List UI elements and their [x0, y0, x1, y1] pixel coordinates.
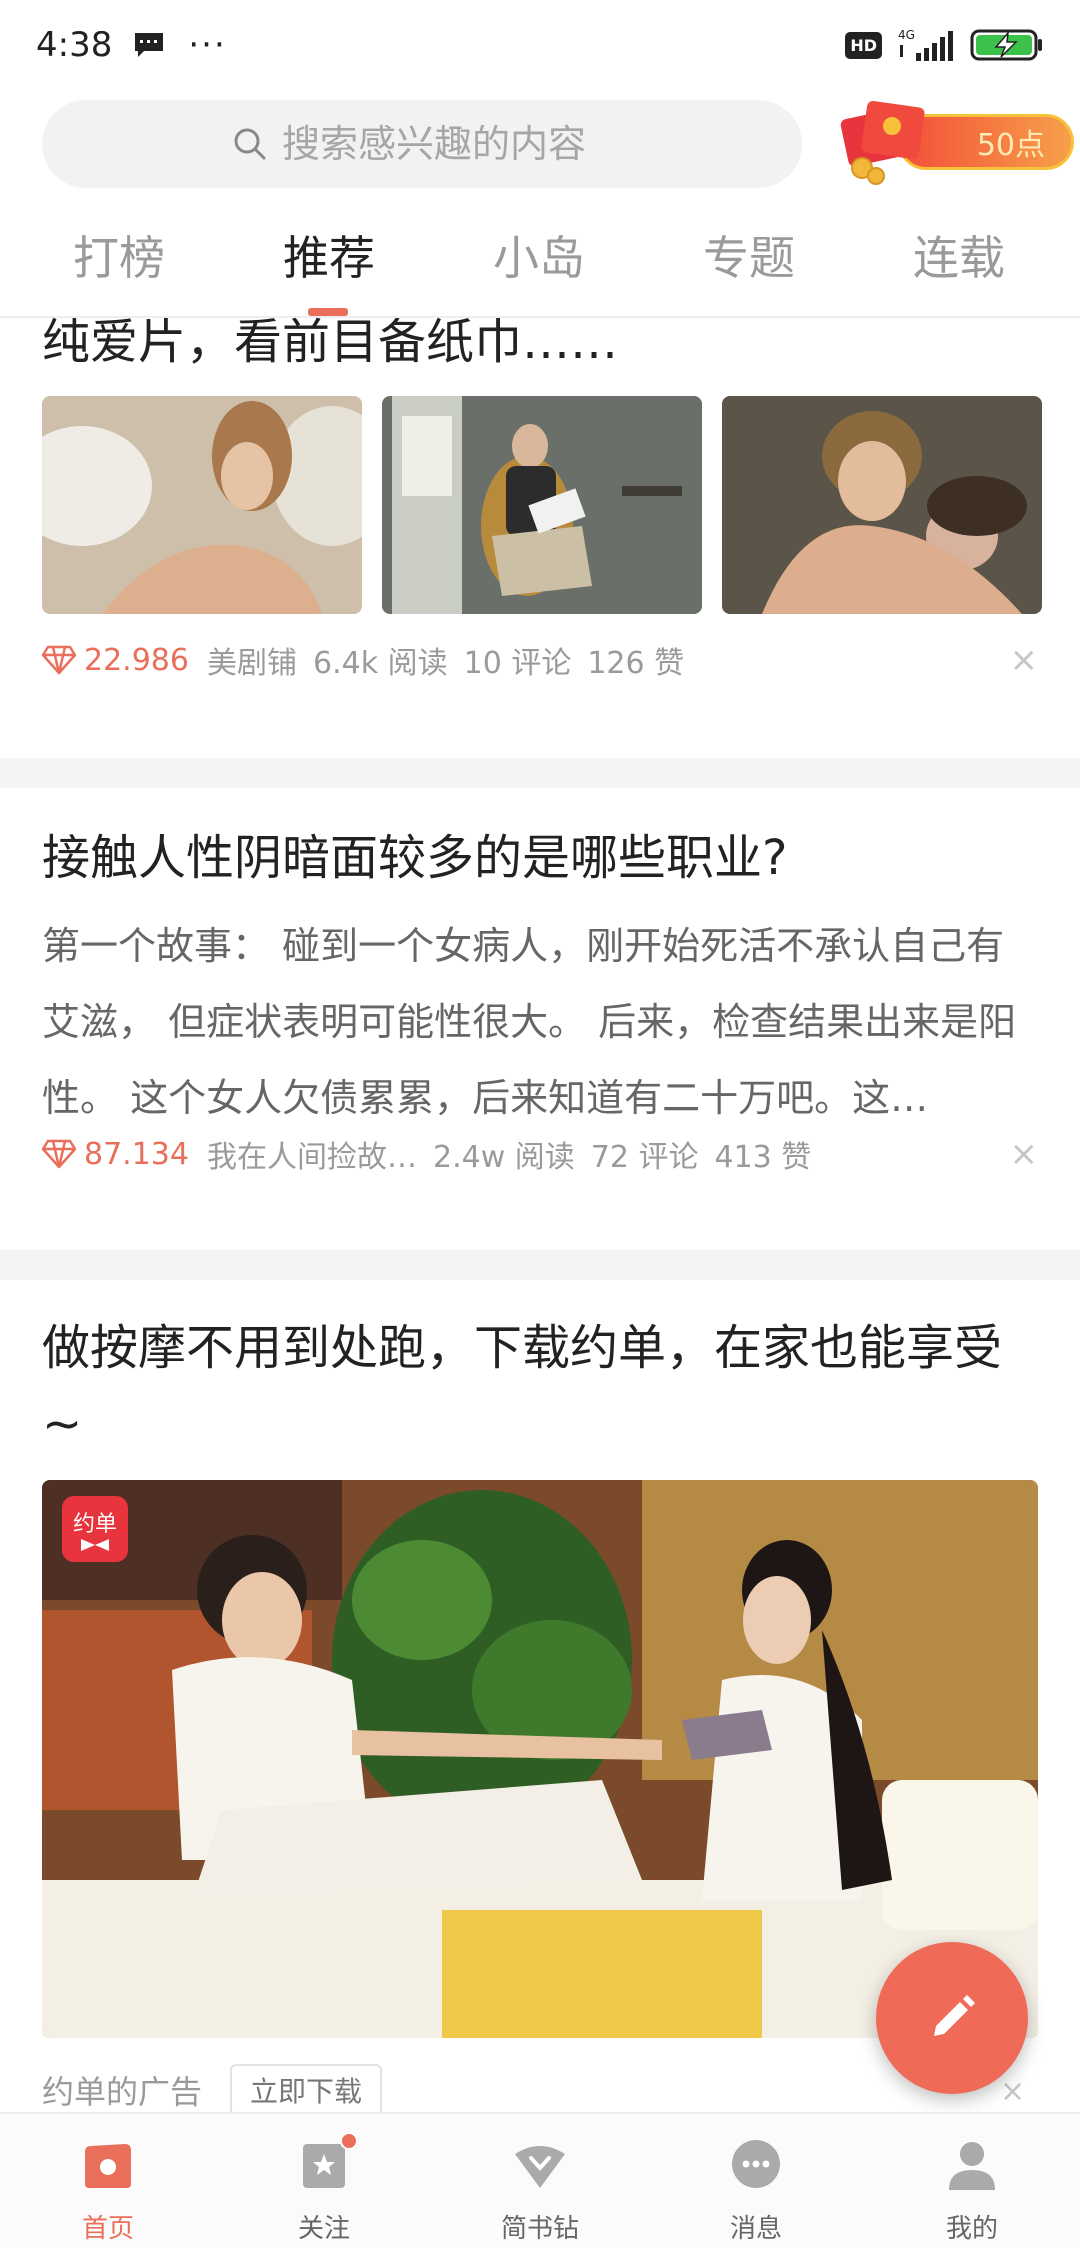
nav-home[interactable]: 首页: [0, 2114, 216, 2248]
bow-icon: [81, 1539, 109, 1551]
search-bar[interactable]: [42, 100, 802, 188]
article-thumbnail-image[interactable]: [382, 396, 702, 614]
reward-points-button[interactable]: 50点: [838, 96, 1074, 188]
search-icon: [234, 128, 266, 160]
author-name[interactable]: 美剧铺: [207, 638, 297, 682]
ad-title[interactable]: 做按摩不用到处跑，下载约单，在家也能享受~: [42, 1310, 1038, 1462]
card-separator: [0, 1250, 1080, 1280]
read-count: 6.4k 阅读: [312, 646, 448, 681]
ad-source-label: 约单的广告: [42, 2073, 203, 2111]
network-type-label: 4G: [898, 28, 915, 42]
diamond-icon: [515, 2146, 565, 2188]
battery-icon: [970, 29, 1042, 61]
author-name[interactable]: 我在人间捡故…: [207, 1132, 417, 1176]
diamond-score: 87.134: [84, 1136, 189, 1172]
article-thumbnail-image[interactable]: [42, 396, 362, 614]
article-thumbnails[interactable]: [42, 396, 1042, 614]
comment-count: 72 评论: [590, 1140, 699, 1175]
article-summary[interactable]: 第一个故事： 碰到一个女病人，刚开始死活不承认自己有艾滋， 但症状表明可能性很大…: [42, 908, 1038, 1136]
category-tabs: 打榜 推荐 小岛 专题 连载: [0, 208, 1080, 308]
active-tab-indicator: [308, 308, 348, 316]
nav-label: 首页: [81, 2214, 134, 2244]
dismiss-button[interactable]: ×: [1010, 640, 1039, 680]
write-article-button[interactable]: [876, 1942, 1028, 2094]
message-icon: [732, 2140, 780, 2188]
message-notification-icon: [135, 33, 164, 57]
dismiss-button[interactable]: ×: [1010, 1134, 1039, 1174]
search-row: 50点: [0, 96, 1080, 192]
card-separator: [0, 758, 1080, 788]
ad-dismiss-button[interactable]: ×: [1000, 2074, 1025, 2109]
nav-follow[interactable]: 关注: [216, 2114, 432, 2248]
diamond-icon: [42, 645, 76, 675]
article-title[interactable]: 纯爱片，看前目备纸巾……: [42, 318, 618, 372]
download-button[interactable]: 立即下载: [230, 2064, 383, 2112]
status-bar: 4:38 ··· HD 4G: [0, 0, 1080, 90]
hd-badge: HD: [845, 31, 882, 59]
reward-points-label: 50点: [976, 128, 1045, 163]
status-time: 4:38: [36, 25, 113, 65]
nav-label: 消息: [729, 2214, 782, 2244]
article-meta-row: 87.134 我在人间捡故… 2.4w 阅读 72 评论 413 赞 ×: [42, 1132, 1038, 1176]
tab-island[interactable]: 小岛: [434, 208, 644, 308]
status-indicators: HD 4G: [845, 27, 1044, 63]
like-count: 413 赞: [714, 1140, 812, 1175]
search-input[interactable]: [282, 122, 612, 166]
nav-label: 我的: [945, 2214, 998, 2244]
red-envelope-icon: [840, 100, 925, 185]
read-count: 2.4w 阅读: [432, 1140, 575, 1175]
nav-jianshu-diamond[interactable]: 简书钻: [432, 2114, 648, 2248]
tab-dabang[interactable]: 打榜: [14, 208, 224, 308]
article-title[interactable]: 接触人性阴暗面较多的是哪些职业?: [42, 818, 787, 888]
profile-icon: [949, 2142, 995, 2190]
like-count: 126 赞: [587, 646, 685, 681]
ad-logo-text: 约单: [72, 1512, 117, 1537]
nav-profile[interactable]: 我的: [864, 2114, 1080, 2248]
tab-recommend[interactable]: 推荐: [224, 208, 434, 308]
pencil-icon: [934, 1995, 975, 2036]
bottom-navigation: 首页 关注 简书钻 消息 我的: [0, 2112, 1080, 2248]
article-meta-row: 22.986 美剧铺 6.4k 阅读 10 评论 126 赞 ×: [42, 638, 1038, 682]
ad-photo: [42, 1480, 1038, 2038]
status-more-dots: ···: [188, 25, 227, 65]
notification-dot: [340, 2132, 358, 2150]
ad-app-logo: 约单: [62, 1496, 128, 1562]
article-thumbnail-image[interactable]: [722, 396, 1042, 614]
home-icon: [85, 2144, 131, 2188]
diamond-score: 22.986: [84, 642, 189, 678]
ad-image[interactable]: 约单: [42, 1480, 1038, 2038]
nav-label: 简书钻: [500, 2214, 579, 2244]
nav-label: 关注: [297, 2214, 350, 2244]
comment-count: 10 评论: [463, 646, 572, 681]
diamond-icon: [42, 1139, 76, 1169]
tab-topics[interactable]: 专题: [644, 208, 854, 308]
article-feed[interactable]: 纯爱片，看前目备纸巾…… 22.986 美剧铺 6.4k 阅读 10 评论 12…: [0, 318, 1080, 2112]
ad-footer: 约单的广告 立即下载: [42, 2064, 383, 2112]
tab-serial[interactable]: 连载: [854, 208, 1064, 308]
nav-messages[interactable]: 消息: [648, 2114, 864, 2248]
signal-icon: 4G: [898, 28, 953, 61]
